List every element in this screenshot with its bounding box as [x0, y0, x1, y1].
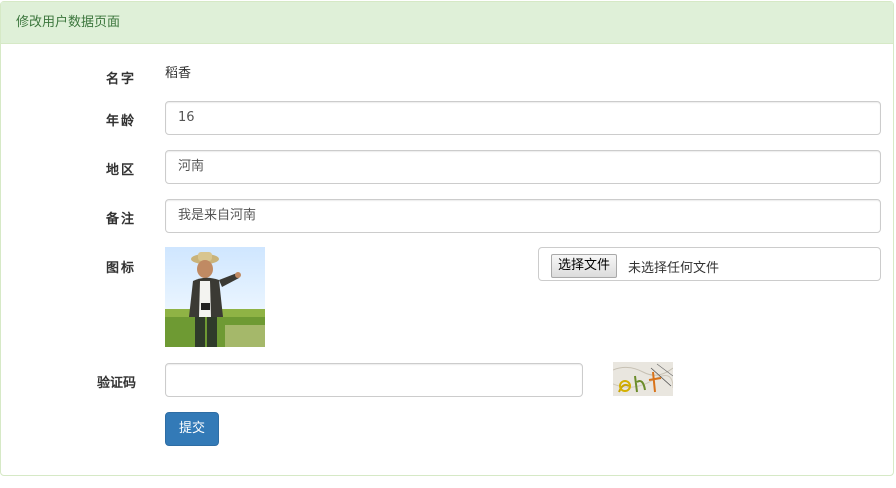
captcha-image[interactable]	[613, 362, 673, 396]
choose-file-button[interactable]: 选择文件	[551, 254, 618, 278]
panel-title: 修改用户数据页面	[1, 2, 893, 44]
name-label: 名字	[105, 72, 136, 87]
age-label: 年龄	[105, 114, 136, 129]
region-label: 地区	[105, 163, 136, 178]
submit-button[interactable]: 提交	[165, 412, 219, 446]
age-input[interactable]: 16	[165, 101, 881, 135]
icon-label: 图标	[105, 261, 136, 276]
note-label: 备注	[105, 212, 136, 227]
region-input[interactable]: 河南	[165, 150, 881, 184]
name-value: 稻香	[165, 66, 192, 81]
note-input[interactable]: 我是来自河南	[165, 199, 881, 233]
file-status-text: 未选择任何文件	[628, 261, 720, 276]
file-picker[interactable]: 选择文件 未选择任何文件	[538, 247, 881, 281]
captcha-input[interactable]	[165, 363, 583, 397]
captcha-label: 验证码	[96, 376, 136, 391]
avatar-image	[165, 247, 265, 347]
